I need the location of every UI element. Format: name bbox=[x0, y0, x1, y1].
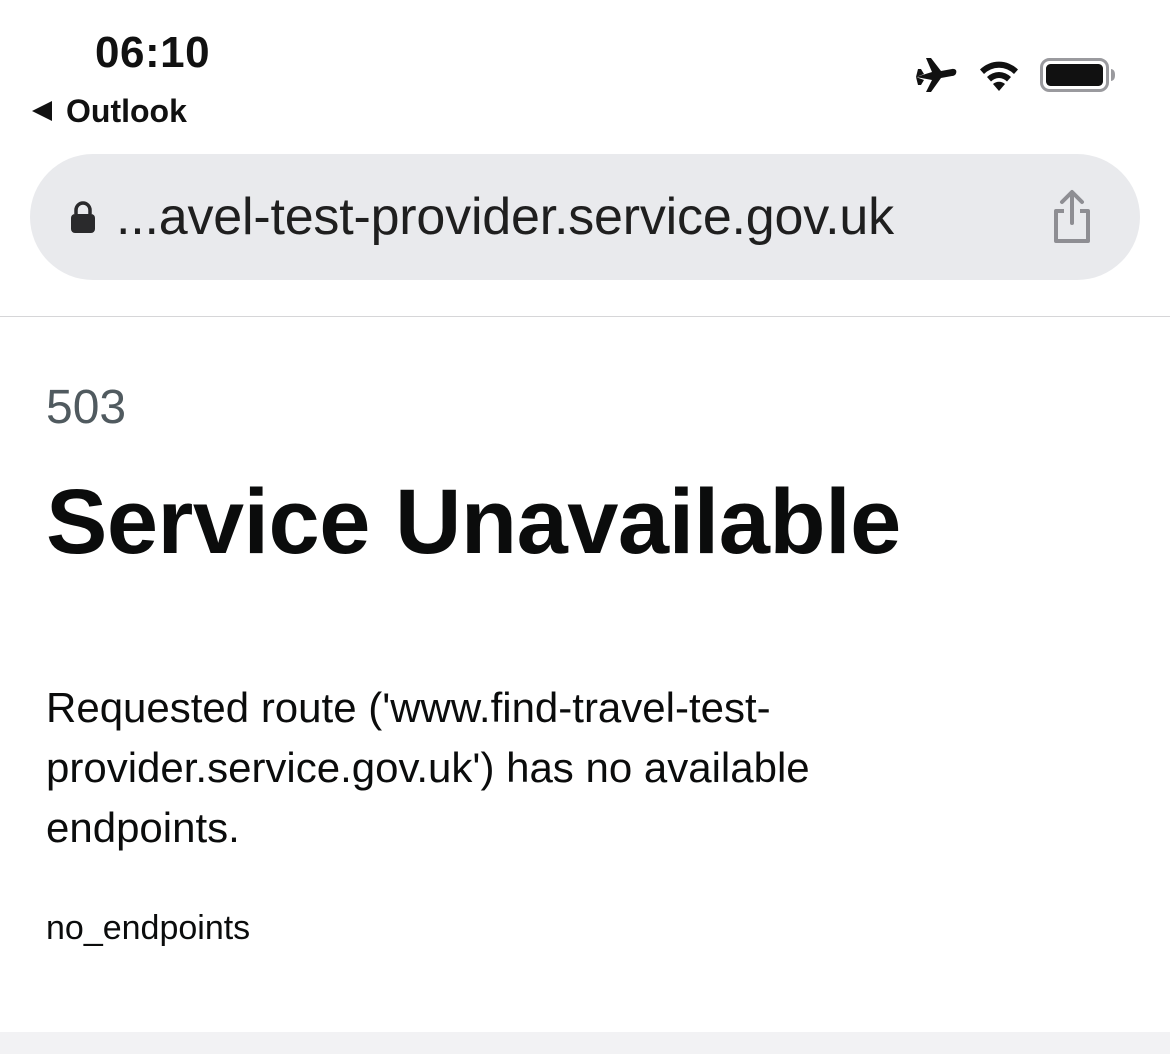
mobile-browser-screen: 06:10 Outlook ...avel-test-provider.serv… bbox=[0, 0, 1170, 1054]
url-text[interactable]: ...avel-test-provider.service.gov.uk bbox=[116, 187, 1028, 247]
battery-icon bbox=[1040, 58, 1115, 92]
bottom-toolbar-edge bbox=[0, 1032, 1170, 1054]
error-message: Requested route ('www.find-travel-test-p… bbox=[46, 684, 810, 851]
toolbar-divider bbox=[0, 316, 1170, 317]
wifi-icon bbox=[980, 61, 1018, 91]
address-bar[interactable]: ...avel-test-provider.service.gov.uk bbox=[30, 154, 1140, 280]
back-triangle-icon bbox=[32, 101, 52, 121]
error-code: 503 bbox=[46, 381, 127, 434]
status-time: 06:10 bbox=[95, 28, 211, 77]
page-content: 503 Service Unavailable Requested route … bbox=[46, 360, 1126, 948]
status-icons bbox=[914, 52, 1118, 98]
back-to-app-button[interactable]: Outlook bbox=[32, 93, 187, 129]
error-id: no_endpoints bbox=[46, 909, 251, 947]
back-app-label: Outlook bbox=[66, 92, 187, 129]
error-title: Service Unavailable bbox=[46, 471, 901, 573]
share-icon[interactable] bbox=[1048, 189, 1096, 245]
lock-icon bbox=[71, 201, 95, 233]
airplane-mode-icon bbox=[916, 58, 957, 92]
status-bar: 06:10 Outlook bbox=[0, 0, 1170, 140]
